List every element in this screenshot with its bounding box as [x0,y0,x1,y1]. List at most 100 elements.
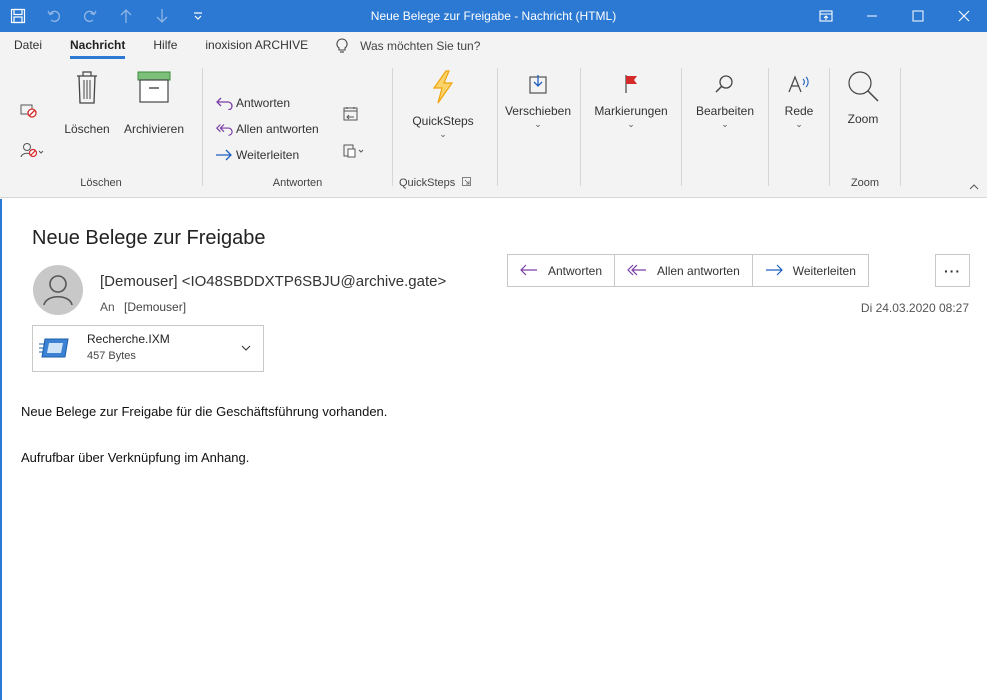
archive-button[interactable]: Archivieren [118,66,190,137]
ribbon-tabs: Datei Nachricht Hilfe inoxision ARCHIVE … [0,32,987,60]
undo-icon[interactable] [36,0,72,32]
edit-button[interactable]: Bearbeiten ⌄ [682,66,768,129]
maximize-icon[interactable] [895,0,941,32]
group-move: Verschieben ⌄ [498,64,580,194]
archive-box-icon [137,66,171,104]
message-body: Neue Belege zur Freigabe für die Geschäf… [21,404,387,496]
quick-access-toolbar [0,0,216,32]
attachment-size: 457 Bytes [87,350,136,362]
ignore-icon [20,102,38,121]
redo-icon[interactable] [72,0,108,32]
customize-qat-icon[interactable] [180,0,216,32]
group-label-antworten: Antworten [272,177,323,189]
to-value[interactable]: [Demouser] [124,300,186,314]
chevron-down-icon: ⌄ [439,129,447,139]
message-actions: Antworten Allen antworten Weiterleiten [507,254,869,287]
trash-icon [75,66,99,104]
meeting-reply-icon [343,106,359,125]
group-tags: Markierungen ⌄ [581,64,681,194]
delete-label: Löschen [64,122,110,136]
move-label: Verschieben [504,104,572,118]
group-quicksteps: QuickSteps ⌄ QuickSteps [393,64,497,194]
more-respond-button[interactable] [343,140,367,162]
reply-button[interactable]: Antworten [215,92,290,114]
up-arrow-icon[interactable] [108,0,144,32]
reply-all-icon [215,122,233,136]
reply-all-button[interactable]: Allen antworten [215,118,319,140]
person-icon [43,275,73,306]
quicksteps-button[interactable]: QuickSteps ⌄ [393,66,493,139]
meeting-reply-button[interactable] [343,104,359,126]
chevron-down-icon[interactable] [241,340,251,354]
forward-button[interactable]: Weiterleiten [215,144,299,166]
attachment[interactable]: Recherche.IXM 457 Bytes [32,325,264,372]
group-label-quicksteps: QuickSteps [393,174,497,194]
forward-icon [215,149,233,161]
to-label: An [100,300,115,314]
tab-hilfe[interactable]: Hilfe [139,32,191,60]
chevron-down-icon: ⌄ [627,119,635,129]
down-arrow-icon[interactable] [144,0,180,32]
group-speech: Rede ⌄ [769,64,829,194]
more-respond-icon [343,142,367,161]
title-bar: Neue Belege zur Freigabe - Nachricht (HT… [0,0,987,32]
tell-me-label: Was möchten Sie tun? [360,39,481,53]
close-icon[interactable] [941,0,987,32]
reply-all-icon [627,263,647,279]
move-button[interactable]: Verschieben ⌄ [498,66,578,129]
archive-label: Archivieren [123,122,185,136]
reply-all-action-button[interactable]: Allen antworten [615,255,753,286]
reply-icon [520,263,538,279]
group-label-loeschen: Löschen [80,177,122,189]
reply-icon [215,96,233,110]
body-paragraph: Neue Belege zur Freigabe für die Geschäf… [21,404,388,419]
speech-label: Rede [784,104,814,118]
zoom-button[interactable]: Zoom [830,66,896,127]
tags-button[interactable]: Markierungen ⌄ [581,66,681,129]
sent-date: Di 24.03.2020 08:27 [860,301,969,315]
speech-button[interactable]: Rede ⌄ [769,66,829,129]
forward-action-button[interactable]: Weiterleiten [753,255,868,286]
forward-icon [765,263,783,279]
lightning-icon [429,66,457,104]
avatar[interactable] [33,265,83,315]
reply-all-action-label: Allen antworten [657,263,740,278]
reply-action-label: Antworten [548,263,603,278]
chevron-down-icon: ⌄ [795,119,803,129]
ribbon: Löschen Archivieren Löschen Antworten Al… [0,60,987,198]
forward-label: Weiterleiten [236,148,300,162]
zoom-label: Zoom [847,112,879,126]
tab-datei[interactable]: Datei [0,32,56,60]
window-controls [803,0,987,32]
read-aloud-icon [787,66,811,94]
quicksteps-group-text: QuickSteps [399,177,456,189]
chevron-down-icon: ⌄ [534,119,542,129]
forward-action-label: Weiterleiten [792,263,856,278]
delete-button[interactable]: Löschen [58,66,116,137]
attachment-name: Recherche.IXM [87,332,170,346]
flag-icon [623,66,639,94]
save-icon[interactable] [0,0,36,32]
group-edit: Bearbeiten ⌄ [682,64,768,194]
reply-all-label: Allen antworten [236,122,319,136]
dialog-launcher-icon[interactable] [462,177,472,189]
move-folder-icon [529,66,547,94]
collapse-ribbon-icon[interactable] [969,181,979,193]
group-label-zoom: Zoom [850,177,880,189]
ribbon-divider [900,68,901,186]
chevron-down-icon: ⌄ [721,119,729,129]
sender[interactable]: [Demouser] <IO48SBDDXTP6SBJU@archive.gat… [100,273,446,290]
junk-button[interactable] [20,140,46,162]
tell-me-search[interactable]: Was möchten Sie tun? [332,38,480,54]
more-actions-button[interactable]: ··· [935,254,970,287]
lightbulb-icon [332,38,352,54]
group-antworten: Antworten Allen antworten Weiterleiten A… [203,64,392,194]
tab-nachricht[interactable]: Nachricht [56,32,139,60]
minimize-icon[interactable] [849,0,895,32]
tags-label: Markierungen [594,104,668,118]
tab-inoxision-archive[interactable]: inoxision ARCHIVE [191,32,322,60]
ribbon-display-icon[interactable] [803,0,849,32]
junk-person-icon [20,142,46,161]
ignore-button[interactable] [20,100,38,122]
reply-action-button[interactable]: Antworten [508,255,616,286]
